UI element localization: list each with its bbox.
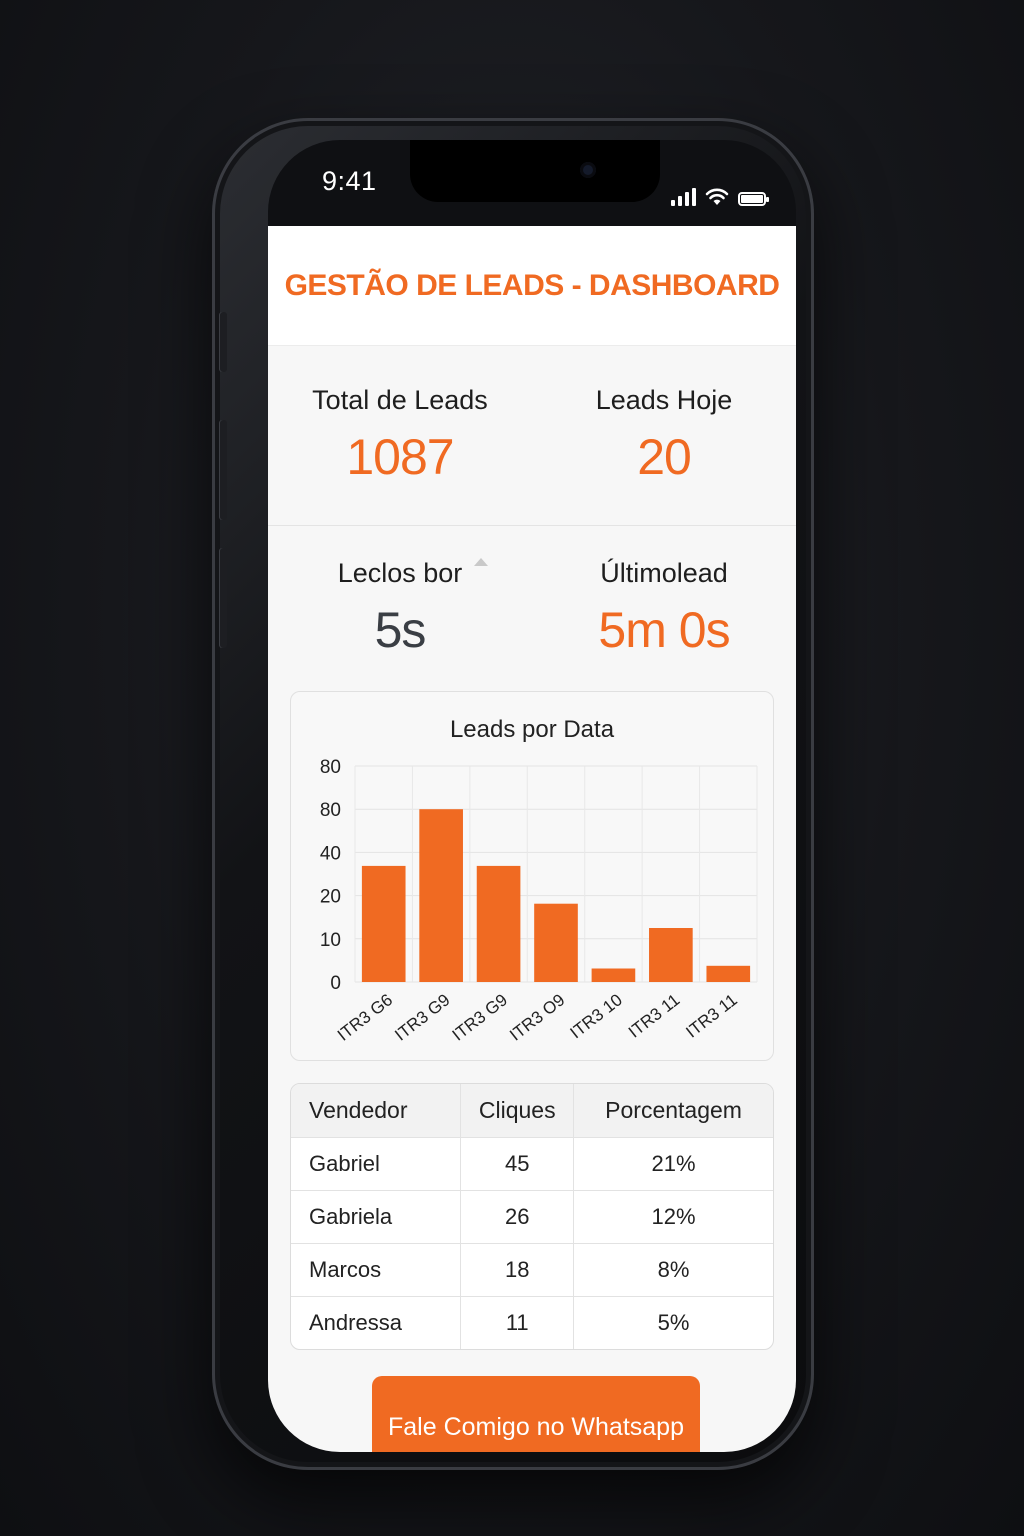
sellers-table-card: Vendedor Cliques Porcentagem Gabriel 45 …	[290, 1083, 774, 1350]
cell-cliques: 11	[460, 1296, 575, 1349]
chart-bar	[591, 968, 636, 982]
page-title: GESTÃO DE LEADS - DASHBOARD	[284, 268, 780, 302]
sellers-table: Vendedor Cliques Porcentagem Gabriel 45 …	[291, 1084, 773, 1349]
dashboard-app: GESTÃO DE LEADS - DASHBOARD Total de Lea…	[268, 226, 796, 1452]
caret-up-icon	[474, 558, 489, 566]
table-row: Gabriel 45 21%	[291, 1137, 773, 1191]
x-tick-label: ITR3 11	[625, 990, 683, 1041]
y-tick-label: 80	[320, 800, 341, 821]
stat-value: 20	[637, 429, 692, 485]
mute-switch	[219, 312, 227, 372]
stat-response-time: Leclos bor 5s	[268, 526, 532, 691]
camera-icon	[580, 162, 596, 178]
status-icons	[671, 184, 769, 206]
x-tick-label: ITR3 G6	[334, 990, 396, 1045]
table-header-row: Vendedor Cliques Porcentagem	[291, 1084, 773, 1138]
notch	[410, 140, 660, 202]
y-tick-label: 80	[320, 757, 341, 778]
cellular-signal-icon	[671, 188, 696, 206]
cell-cliques: 26	[460, 1190, 575, 1244]
chart-card: Leads por Data 0 10 20 40 80 80 ITR3 G6 ITR3 G9…	[290, 691, 774, 1061]
cell-porcentagem: 12%	[573, 1190, 773, 1244]
stat-label: Leads Hoje	[595, 385, 733, 415]
stats-row-primary: Total de Leads 1087 Leads Hoje 20	[268, 346, 796, 526]
cell-cliques: 45	[460, 1137, 575, 1191]
cell-porcentagem: 8%	[573, 1243, 773, 1297]
table-row: Gabriela 26 12%	[291, 1190, 773, 1244]
status-time: 9:41	[322, 166, 377, 196]
x-tick-label: ITR3 11	[682, 990, 740, 1041]
bar-chart: 01020408080ITR3 G6ITR3 G9ITR3 G9ITR3 O9I…	[320, 757, 758, 1045]
volume-up-button	[219, 420, 227, 520]
table-row: Andressa 11 5%	[291, 1296, 773, 1349]
stat-value: 1087	[346, 429, 454, 485]
chart-bar	[649, 928, 693, 982]
x-tick-label: ITR3 G9	[391, 990, 453, 1045]
battery-icon	[738, 192, 769, 206]
stat-label: Leclos bor	[337, 558, 489, 589]
stat-label: Total de Leads	[312, 385, 488, 415]
chart-bar	[419, 809, 463, 982]
stat-label: Últimolead	[600, 558, 728, 588]
table-row: Marcos 18 8%	[291, 1243, 773, 1297]
stat-leads-today: Leads Hoje 20	[532, 346, 796, 525]
x-tick-label: ITR3 10	[567, 990, 626, 1042]
stat-value: 5m 0s	[598, 602, 730, 658]
chart-bar	[476, 865, 521, 982]
volume-down-button	[219, 548, 227, 648]
wifi-icon	[705, 188, 729, 205]
status-bar: 9:41	[268, 140, 796, 226]
cell-vendedor: Andressa	[291, 1296, 462, 1349]
phone-screen: 9:41 GESTÃO DE LEADS - DASHBOARD Total d…	[268, 140, 796, 1452]
cell-cliques: 18	[460, 1243, 575, 1297]
cell-vendedor: Gabriela	[291, 1190, 462, 1244]
stat-last-lead: Últimolead 5m 0s	[532, 526, 796, 691]
stats-row-secondary: Leclos bor 5s Últimolead 5m 0s	[268, 526, 796, 691]
x-tick-label: ITR3 G9	[449, 990, 511, 1045]
cell-vendedor: Gabriel	[291, 1137, 462, 1191]
y-tick-label: 10	[320, 930, 341, 951]
column-header-porcentagem[interactable]: Porcentagem	[573, 1084, 773, 1138]
chart-bar	[361, 865, 406, 982]
column-header-vendedor[interactable]: Vendedor	[291, 1084, 462, 1138]
stat-label-text: Leclos bor	[337, 558, 463, 588]
app-header: GESTÃO DE LEADS - DASHBOARD	[268, 226, 796, 346]
y-tick-label: 40	[320, 843, 341, 864]
chart-bar	[706, 965, 751, 982]
cell-porcentagem: 5%	[657, 1309, 690, 1335]
cell-vendedor: Marcos	[291, 1243, 462, 1297]
x-tick-label: ITR3 O9	[506, 990, 568, 1045]
chart-bar	[534, 903, 578, 982]
column-header-cliques[interactable]: Cliques	[460, 1084, 575, 1138]
stat-value: 5s	[374, 602, 427, 658]
y-tick-label: 20	[320, 887, 341, 908]
stat-total-leads: Total de Leads 1087	[268, 346, 532, 525]
y-tick-label: 0	[330, 973, 341, 994]
whatsapp-contact-button[interactable]: Fale Comigo no Whatsapp	[372, 1376, 700, 1452]
cell-porcentagem: 21%	[573, 1137, 773, 1191]
